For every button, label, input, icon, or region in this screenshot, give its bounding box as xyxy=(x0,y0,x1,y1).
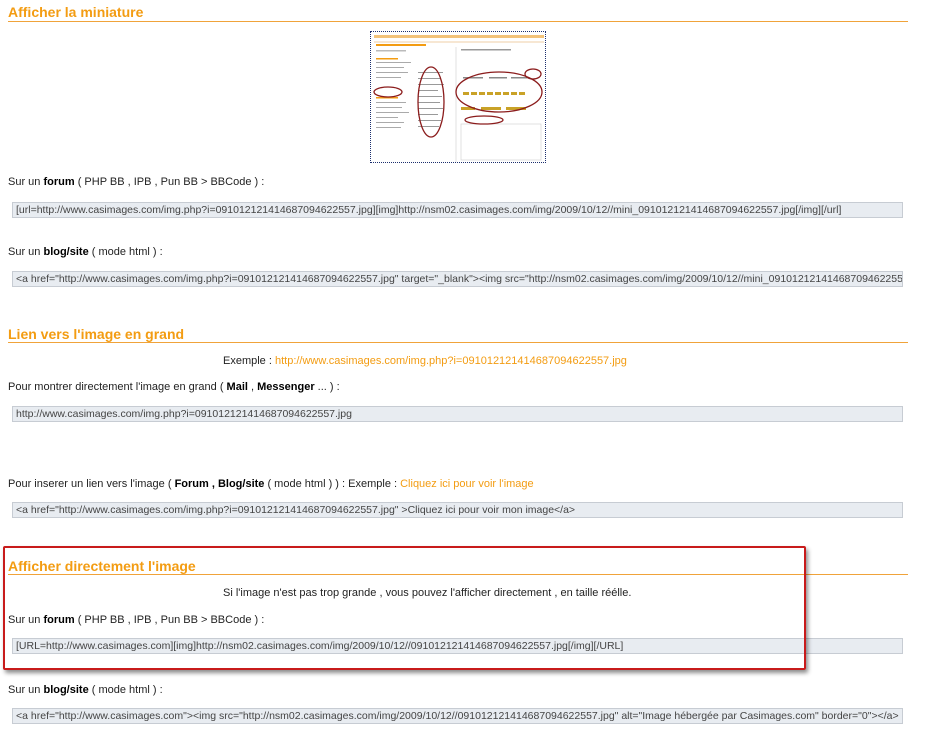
label-text: ( mode html ) : xyxy=(88,684,163,696)
label-text: ( PHP BB , IPB , Pun BB > BBCode ) : xyxy=(74,176,265,188)
thumbnail-screenshot-graphic xyxy=(371,32,545,162)
section-title-thumbnail: Afficher la miniature xyxy=(8,4,144,20)
label-text: Sur un xyxy=(8,246,44,258)
section-divider xyxy=(8,21,908,22)
label-bold: forum xyxy=(43,176,75,188)
direct-blog-code-label: Sur un blog/site ( mode html ) : xyxy=(8,684,163,696)
insert-link-code-field[interactable]: <a href="http://www.casimages.com/img.ph… xyxy=(12,502,903,518)
thumbnail-forum-code-field[interactable]: [url=http://www.casimages.com/img.php?i=… xyxy=(12,202,903,218)
section-divider xyxy=(8,342,908,343)
blog-code-label: Sur un blog/site ( mode html ) : xyxy=(8,246,163,258)
label-text: Pour inserer un lien vers l'image ( xyxy=(8,478,175,490)
label-text: ( mode html ) : xyxy=(88,246,163,258)
label-text: Pour montrer directement l'image en gran… xyxy=(8,381,227,393)
label-bold: Mail xyxy=(226,381,248,393)
direct-blog-code-field[interactable]: <a href="http://www.casimages.com"><img … xyxy=(12,708,903,724)
label-bold: blog/site xyxy=(43,246,89,258)
red-highlight-box xyxy=(3,546,806,670)
page: Afficher la miniature Sur un forum (PHP… xyxy=(0,0,929,733)
label-bold: Messenger xyxy=(257,381,315,393)
example-label: Exemple : xyxy=(223,355,275,367)
forum-code-label: Sur un forum ( PHP BB , IPB , Pun BB > B… xyxy=(8,176,264,188)
section-title-large-link: Lien vers l'image en grand xyxy=(8,326,185,342)
label-text: , xyxy=(247,381,258,393)
label-bold: blog/site xyxy=(43,684,89,696)
thumbnail-preview-image[interactable] xyxy=(370,31,546,163)
label-text: Sur un xyxy=(8,176,44,188)
insert-link-label: Pour inserer un lien vers l'image ( Foru… xyxy=(8,478,534,490)
label-text: Sur un xyxy=(8,684,44,696)
direct-link-code-field[interactable]: http://www.casimages.com/img.php?i=09101… xyxy=(12,406,903,422)
thumbnail-blog-code-field[interactable]: <a href="http://www.casimages.com/img.ph… xyxy=(12,271,903,287)
example-link[interactable]: http://www.casimages.com/img.php?i=09101… xyxy=(275,355,627,367)
label-text: ( mode html ) ) : Exemple : xyxy=(264,478,401,490)
insert-example-link[interactable]: Cliquez ici pour voir l'image xyxy=(400,478,534,490)
label-text: ... ) : xyxy=(314,381,340,393)
label-bold: Forum , Blog/site xyxy=(174,478,265,490)
example-line: Exemple : http://www.casimages.com/img.p… xyxy=(223,355,627,367)
direct-link-label: Pour montrer directement l'image en gran… xyxy=(8,381,340,393)
